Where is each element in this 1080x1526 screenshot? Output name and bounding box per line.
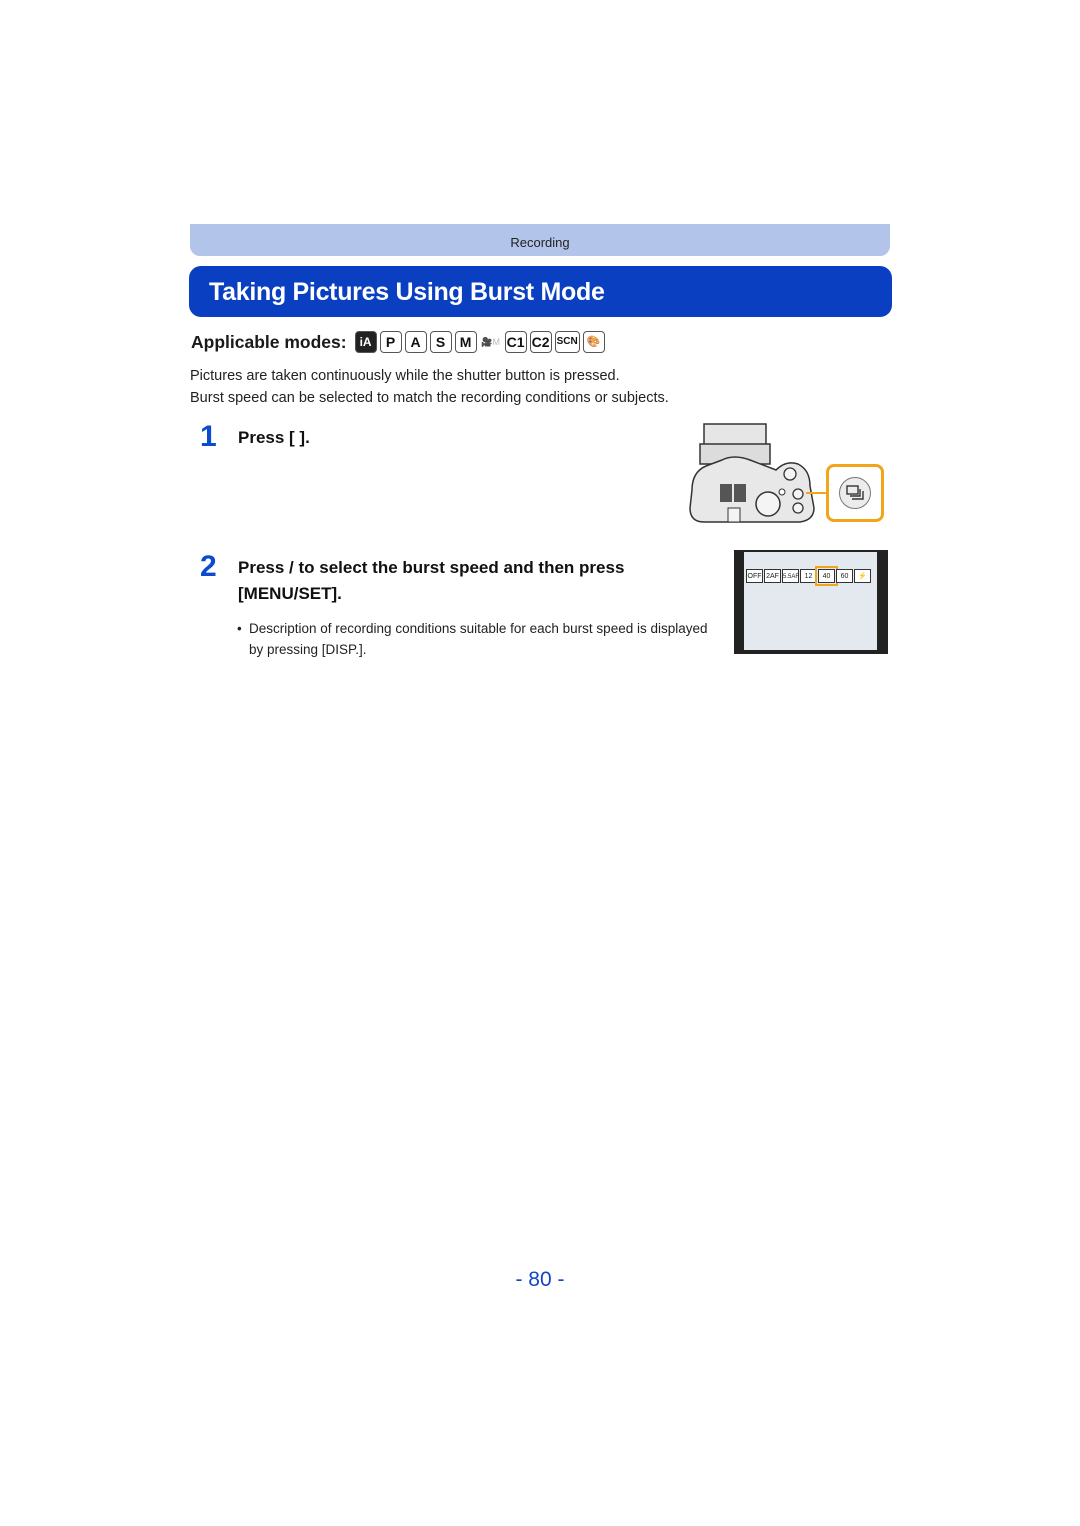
bullet: • [237,621,242,636]
applicable-modes: Applicable modes: iA P A S M 🎥M C1 C2 SC… [191,331,608,353]
shutter-priority-mode-icon: S [429,331,452,353]
burst-option-off[interactable]: OFF [746,569,763,583]
small-button [778,488,786,496]
intro-line-1: Pictures are taken continuously while th… [190,368,620,384]
step-2-text-line-2: [MENU/SET]. [238,584,342,603]
flash-left [720,484,732,502]
top-button [783,467,797,481]
burst-button-callout [826,464,884,522]
burst-option-60[interactable]: 60 [836,569,853,583]
burst-option-5-5af[interactable]: 5.5AF [782,569,799,583]
other-button [792,502,804,514]
creative-control-mode-icon: 🎨 [582,331,605,353]
aperture-priority-mode-icon: A [404,331,427,353]
burst-option-flash[interactable]: ⚡ [854,569,871,583]
callout-leader-line [806,492,827,494]
page-number: - 80 - [515,1268,565,1291]
custom-2-mode-icon: C2 [529,331,552,353]
section-tab: Recording [190,224,890,256]
lcd-screen-illustration [734,550,888,654]
mode-dial [755,491,781,517]
hot-shoe [727,507,741,523]
intro-text: Pictures are taken continuously while th… [190,365,669,409]
lcd-screen-area [744,552,877,650]
burst-button-location [792,488,804,500]
burst-option-2af[interactable]: 2AF [764,569,781,583]
creative-video-mode-icon: 🎥M [481,337,500,347]
burst-button [839,477,871,509]
burst-mode-icon [846,485,864,500]
custom-1-mode-icon: C1 [504,331,527,353]
step-2-number: 2 [200,550,217,583]
step-1-text: Press [ ]. [238,428,310,447]
title-bar: Taking Pictures Using Burst Mode [189,266,892,317]
program-mode-icon: P [379,331,402,353]
step-2-note: • Description of recording conditions su… [237,618,717,660]
burst-option-40-selected[interactable]: 40 [815,566,838,586]
lens-barrel [703,423,767,447]
step-1-number: 1 [200,420,217,453]
step-2-text-line-1: Press / to select the burst speed and th… [238,558,625,577]
section-label: Recording [510,235,570,250]
step-2-note-text: Description of recording conditions suit… [249,621,708,657]
scene-mode-icon: SCN [554,331,580,353]
burst-speed-options: OFF 2AF 5.5AF 12 40 60 ⚡ [746,566,872,586]
burst-option-12[interactable]: 12 [800,569,817,583]
intelligent-auto-mode-icon: iA [354,331,377,353]
flash-right [734,484,746,502]
page-title: Taking Pictures Using Burst Mode [209,278,605,306]
manual-mode-icon: M [454,331,477,353]
intro-line-2: Burst speed can be selected to match the… [190,390,669,406]
modes-label: Applicable modes: [191,331,347,352]
